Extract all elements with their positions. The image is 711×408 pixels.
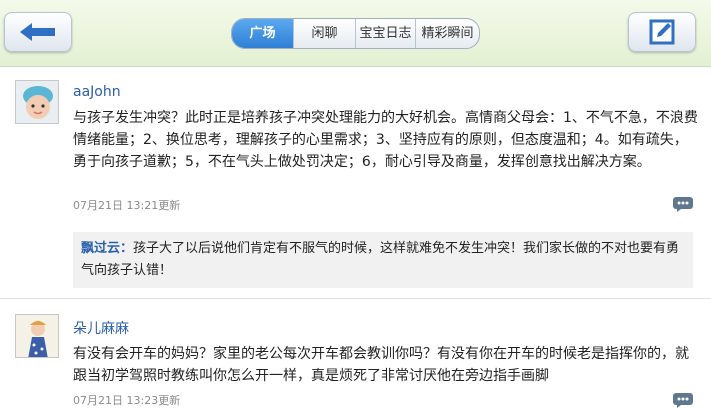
reply-box: 飘过云：孩子大了以后说他们肯定有不服气的时候，这样就难免不发生冲突！我们家长做的… xyxy=(73,232,693,288)
comment-icon[interactable] xyxy=(672,196,694,212)
reply-author[interactable]: 飘过云： xyxy=(81,241,133,256)
post-time: 07月21日 13:23更新 xyxy=(73,394,181,407)
reply-text: 孩子大了以后说他们肯定有不服气的时候，这样就难免不发生冲突！我们家长做的不对也要… xyxy=(81,241,680,278)
tab-highlights[interactable]: 精彩瞬间 xyxy=(416,19,479,48)
compose-icon xyxy=(649,19,675,45)
post-content: 有没有会开车的妈妈？家里的老公每次开车都会教训你吗？有没有你在开车的时候老是指挥… xyxy=(73,346,689,384)
top-bar: 广场 闲聊 宝宝日志 精彩瞬间 xyxy=(0,0,711,67)
post-time: 07月21日 13:21更新 xyxy=(73,199,181,212)
tab-bar: 广场 闲聊 宝宝日志 精彩瞬间 xyxy=(231,18,480,49)
tab-chat[interactable]: 闲聊 xyxy=(294,19,356,48)
comment-icon[interactable] xyxy=(672,392,694,408)
post-content: 与孩子发生冲突？此时正是培养孩子冲突处理能力的大好机会。高情商父母会：1、不气不… xyxy=(73,110,698,170)
avatar[interactable] xyxy=(15,314,59,358)
tab-square[interactable]: 广场 xyxy=(232,19,294,48)
back-arrow-icon xyxy=(20,23,55,41)
divider xyxy=(0,298,711,299)
back-button[interactable] xyxy=(4,12,72,52)
tab-baby-diary[interactable]: 宝宝日志 xyxy=(356,19,416,48)
compose-button[interactable] xyxy=(628,12,696,52)
post-author[interactable]: 朵儿麻麻 xyxy=(73,318,129,338)
post-author[interactable]: aaJohn xyxy=(73,84,121,100)
avatar[interactable] xyxy=(15,80,59,124)
